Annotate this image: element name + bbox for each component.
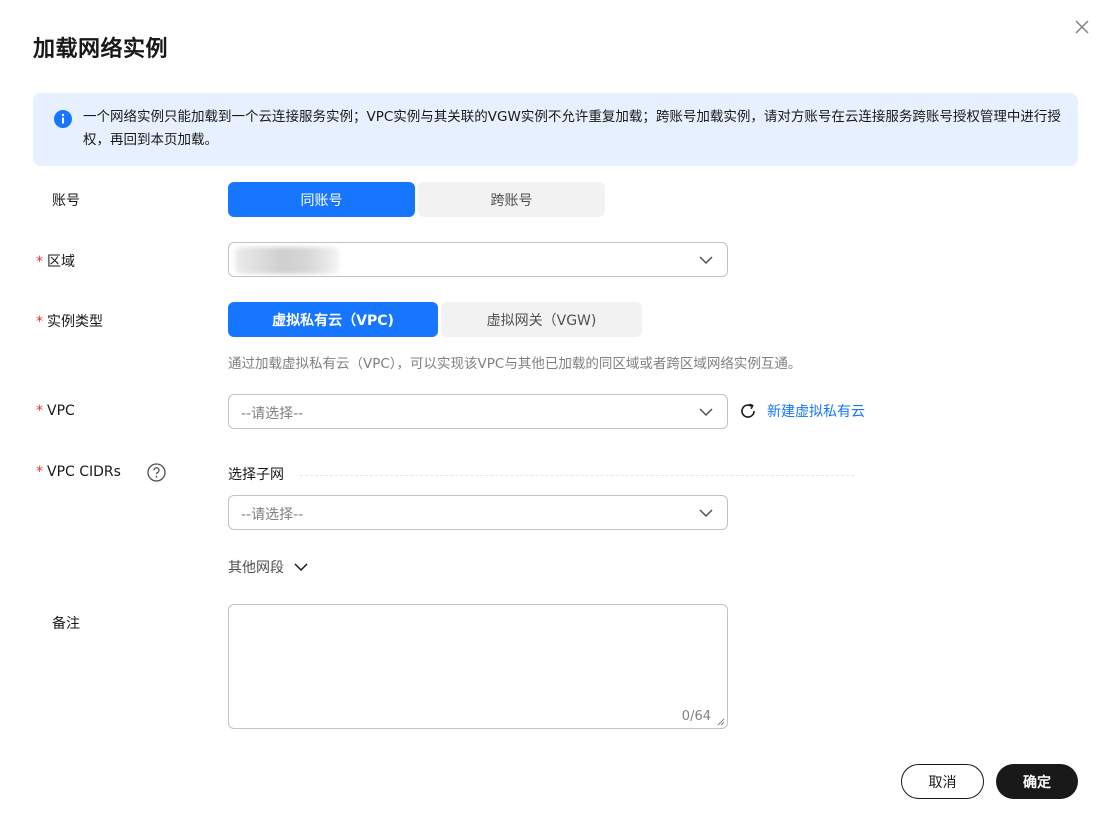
- dialog-title: 加载网络实例: [33, 37, 169, 62]
- account-label: 账号: [52, 193, 80, 209]
- chevron-down-icon: [294, 563, 308, 572]
- required-star: *: [36, 403, 43, 419]
- region-label-text: 区域: [47, 254, 75, 270]
- confirm-button[interactable]: 确定: [996, 764, 1078, 799]
- notice-text: 一个网络实例只能加载到一个云连接服务实例；VPC实例与其关联的VGW实例不允许重…: [83, 109, 1061, 148]
- refresh-icon[interactable]: [739, 402, 757, 420]
- region-value-redacted: [235, 247, 339, 274]
- subnet-select[interactable]: --请选择--: [228, 495, 728, 530]
- instance-type-label: * 实例类型: [36, 311, 103, 331]
- chevron-down-icon: [699, 408, 713, 417]
- info-icon: [54, 110, 72, 128]
- chevron-down-icon: [699, 509, 713, 518]
- subnet-title: 选择子网: [228, 467, 284, 483]
- account-cross-option[interactable]: 跨账号: [418, 182, 605, 217]
- region-select[interactable]: [228, 242, 728, 277]
- vpc-label: * VPC: [36, 403, 75, 419]
- other-segments-label: 其他网段: [228, 560, 284, 576]
- vpc-select[interactable]: --请选择--: [228, 394, 728, 429]
- resize-handle-icon[interactable]: [715, 716, 725, 726]
- instance-type-hint: 通过加载虚拟私有云（VPC），可以实现该VPC与其他已加载的同区域或者跨区域网络…: [228, 356, 802, 372]
- vpc-cidrs-label: * VPC CIDRs: [36, 464, 121, 480]
- vpc-cidrs-label-text: VPC CIDRs: [47, 464, 121, 480]
- help-icon[interactable]: [147, 463, 166, 482]
- instance-type-label-text: 实例类型: [47, 314, 103, 330]
- close-icon[interactable]: [1071, 16, 1093, 38]
- create-vpc-link[interactable]: 新建虚拟私有云: [767, 401, 865, 421]
- instance-type-vgw-option[interactable]: 虚拟网关（VGW): [441, 302, 642, 337]
- subnet-select-placeholder: --请选择--: [241, 507, 304, 523]
- instance-type-vpc-option[interactable]: 虚拟私有云（VPC): [228, 302, 438, 337]
- divider: [300, 475, 854, 476]
- vpc-label-text: VPC: [47, 403, 75, 419]
- required-star: *: [36, 254, 43, 270]
- vpc-select-placeholder: --请选择--: [241, 406, 304, 422]
- chevron-down-icon: [699, 256, 713, 265]
- remark-label: 备注: [52, 616, 80, 632]
- required-star: *: [36, 464, 43, 480]
- account-same-option[interactable]: 同账号: [228, 182, 415, 217]
- remark-textarea[interactable]: 0/64: [228, 604, 728, 729]
- region-label: * 区域: [36, 251, 75, 271]
- cancel-button[interactable]: 取消: [901, 764, 984, 799]
- remark-char-counter: 0/64: [681, 709, 711, 724]
- required-star: *: [36, 314, 43, 330]
- info-notice: 一个网络实例只能加载到一个云连接服务实例；VPC实例与其关联的VGW实例不允许重…: [33, 93, 1078, 166]
- other-segments-toggle[interactable]: 其他网段: [228, 557, 308, 577]
